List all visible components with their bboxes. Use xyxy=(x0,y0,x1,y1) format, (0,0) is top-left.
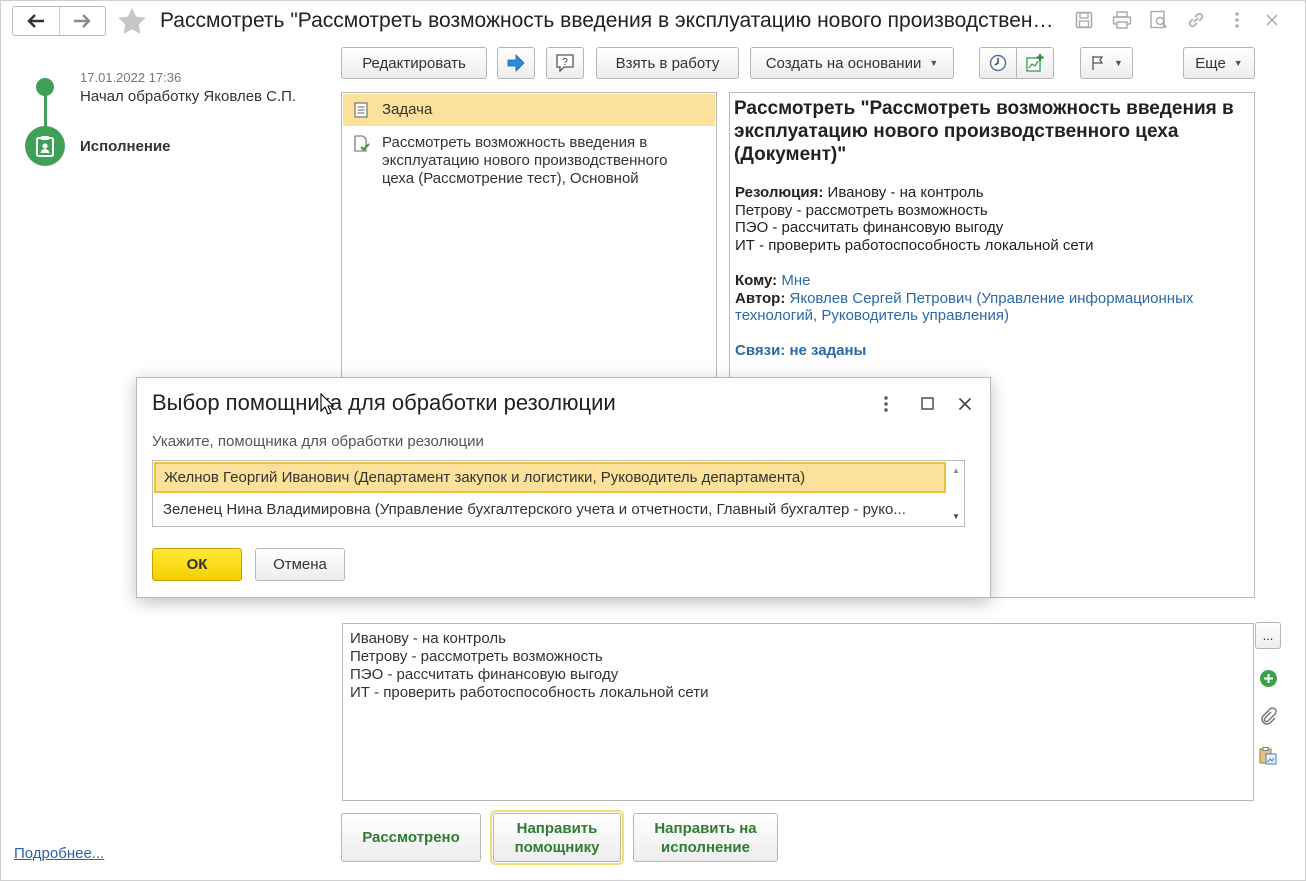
scroll-up-icon[interactable]: ▲ xyxy=(952,466,960,475)
clipboard-user-icon xyxy=(36,136,54,157)
document-title: Рассмотреть "Рассмотреть возможность вве… xyxy=(734,98,1234,165)
back-button[interactable] xyxy=(13,7,59,35)
assistant-option[interactable]: Желнов Георгий Иванович (Департамент зак… xyxy=(154,462,946,493)
ok-button[interactable]: ОК xyxy=(152,548,242,581)
close-window-icon[interactable] xyxy=(1262,10,1282,30)
edit-button[interactable]: Редактировать xyxy=(341,47,487,79)
document-check-icon xyxy=(353,135,371,158)
svg-text:?: ? xyxy=(562,57,568,68)
execution-step-badge xyxy=(25,126,65,166)
resolution-block: Резолюция: Иванову - на контроль Петрову… xyxy=(735,184,1094,254)
window-title: Рассмотреть "Рассмотреть возможность вве… xyxy=(160,9,1060,32)
add-circle-icon[interactable] xyxy=(1258,668,1278,688)
forward-button[interactable] xyxy=(58,7,106,35)
links-status[interactable]: Связи: не заданы xyxy=(735,342,866,360)
chevron-down-icon: ▼ xyxy=(1114,58,1123,68)
more-menu-button[interactable]: Еще ▼ xyxy=(1183,47,1255,79)
chevron-down-icon: ▼ xyxy=(1233,58,1243,68)
more-vertical-icon[interactable] xyxy=(1227,10,1247,30)
create-based-on-label: Создать на основании xyxy=(765,54,922,72)
to-link[interactable]: Мне xyxy=(781,272,810,289)
timeline-event: Начал обработку Яковлев С.П. xyxy=(80,88,297,105)
resolution-textarea[interactable]: Иванову - на контроль Петрову - рассмотр… xyxy=(342,623,1254,801)
add-chart-icon xyxy=(1026,54,1044,72)
tree-child-item[interactable]: Рассмотреть возможность введения в экспл… xyxy=(382,134,702,188)
resolution-text-line: ИТ - проверить работоспособность локальн… xyxy=(350,684,709,701)
preview-icon[interactable] xyxy=(1149,10,1169,30)
tree-root-label: Задача xyxy=(382,101,433,118)
resolution-line: ПЭО - рассчитать финансовую выгоду xyxy=(735,219,1004,236)
assistant-selection-dialog: Выбор помощника для обработки резолюции … xyxy=(136,377,991,598)
flag-icon xyxy=(1092,56,1104,70)
dialog-more-icon[interactable] xyxy=(883,395,889,418)
paste-template-icon[interactable] xyxy=(1258,746,1278,766)
help-button[interactable]: ? xyxy=(546,47,584,79)
arrow-left-icon xyxy=(27,14,44,28)
assistant-option[interactable]: Зеленец Нина Владимировна (Управление бу… xyxy=(154,495,946,526)
dialog-prompt: Укажите, помощника для обработки резолюц… xyxy=(152,433,484,450)
more-details-link[interactable]: Подробнее... xyxy=(14,845,104,862)
resolution-text-line: ПЭО - рассчитать финансовую выгоду xyxy=(350,666,619,683)
add-subtask-button[interactable] xyxy=(1016,47,1054,79)
send-to-execution-label-2: исполнение xyxy=(661,838,750,856)
recipient-block: Кому: Мне Автор: Яковлев Сергей Петрович… xyxy=(735,272,1235,325)
take-to-work-button[interactable]: Взять в работу xyxy=(596,47,739,79)
document-list-icon xyxy=(354,102,368,123)
history-nav xyxy=(12,6,106,36)
link-icon[interactable] xyxy=(1186,10,1206,30)
save-icon[interactable] xyxy=(1074,10,1094,30)
choose-text-button[interactable]: ... xyxy=(1255,622,1281,649)
print-icon[interactable] xyxy=(1112,10,1132,30)
deadline-button[interactable] xyxy=(979,47,1017,79)
scroll-down-icon[interactable]: ▼ xyxy=(952,512,960,521)
dialog-close-icon[interactable] xyxy=(958,397,972,416)
send-to-assistant-label-1: Направить xyxy=(516,819,598,837)
timeline-date: 17.01.2022 17:36 xyxy=(80,70,182,85)
clock-icon xyxy=(989,54,1007,72)
author-label: Автор: xyxy=(735,289,786,307)
question-bubble-icon: ? xyxy=(556,54,574,73)
send-to-execution-button[interactable]: Направить на исполнение xyxy=(633,813,778,862)
timeline-dot xyxy=(36,78,54,96)
maximize-icon[interactable] xyxy=(921,397,934,415)
assistant-list: Желнов Георгий Иванович (Департамент зак… xyxy=(152,460,965,527)
mouse-cursor-icon xyxy=(320,392,335,420)
dialog-title: Выбор помощника для обработки резолюции xyxy=(152,390,616,415)
arrow-right-blue-icon xyxy=(507,54,525,72)
create-based-on-button[interactable]: Создать на основании ▼ xyxy=(750,47,954,79)
cancel-button[interactable]: Отмена xyxy=(255,548,345,581)
chevron-down-icon: ▼ xyxy=(929,58,939,68)
paperclip-icon[interactable] xyxy=(1258,706,1278,726)
task-tree-panel: Задача Рассмотреть возможность введения … xyxy=(341,92,717,392)
send-to-assistant-label-2: помощнику xyxy=(514,838,600,856)
reviewed-button[interactable]: Рассмотрено xyxy=(341,813,481,862)
send-to-assistant-button[interactable]: Направить помощнику xyxy=(490,810,624,865)
send-to-execution-label-1: Направить на xyxy=(654,819,757,837)
forward-task-button[interactable] xyxy=(497,47,535,79)
timeline-current-step: Исполнение xyxy=(80,138,171,155)
resolution-line: Иванову - на контроль xyxy=(827,184,984,201)
flag-button[interactable]: ▼ xyxy=(1080,47,1133,79)
more-menu-label: Еще xyxy=(1195,54,1226,72)
author-link[interactable]: Яковлев Сергей Петрович (Управление инфо… xyxy=(735,290,1193,325)
to-label: Кому: xyxy=(735,272,778,289)
arrow-right-icon xyxy=(74,14,91,28)
list-scrollbar[interactable]: ▲ ▼ xyxy=(948,462,963,525)
resolution-line: ИТ - проверить работоспособность локальн… xyxy=(735,236,1094,254)
favorite-star-icon[interactable] xyxy=(117,7,147,40)
resolution-text-line: Иванову - на контроль xyxy=(350,630,506,647)
resolution-line: Петрову - рассмотреть возможность xyxy=(735,201,988,219)
resolution-label: Резолюция: xyxy=(735,184,824,201)
resolution-text-line: Петрову - рассмотреть возможность xyxy=(350,648,603,665)
